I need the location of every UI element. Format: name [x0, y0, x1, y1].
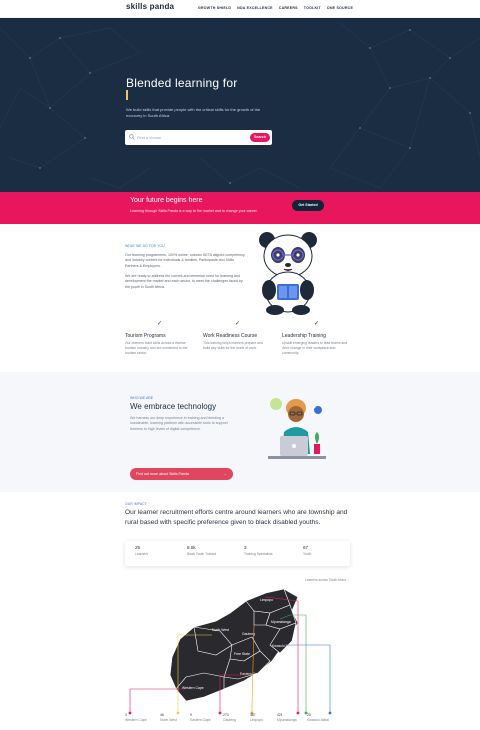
province-count: 9 Eastern Cape [190, 713, 216, 722]
stat-value: 25 [135, 545, 141, 550]
map-label-eastern-cape: Eastern Cape [240, 672, 261, 676]
impact-stats-card: 25 Learners 8.5k Black Youth Trained 3 T… [125, 541, 350, 566]
network-background-graphic [0, 22, 480, 189]
province-count-name: Gauteng [223, 717, 237, 722]
province-count: 25 Kwazulu-Natal [307, 713, 333, 722]
site-logo[interactable]: skills panda [126, 2, 174, 11]
search-button[interactable]: Search [250, 133, 270, 142]
stat-label: Black Youth Trained [187, 552, 217, 556]
typing-cursor [126, 90, 128, 100]
stat-value: 3 [244, 545, 247, 550]
arrow-right-icon: → [223, 472, 227, 476]
search-icon [129, 134, 135, 140]
map-label-free-state: Free State [234, 652, 250, 656]
highlight-title: Work Readiness Course [203, 333, 258, 339]
province-count: 387 Limpopo [250, 713, 276, 722]
learn-more-button[interactable]: Find out more about Skills Panda → [130, 468, 233, 480]
highlight-description: Upskill emerging leaders to lead teams a… [282, 341, 348, 355]
province-count-name: North West [160, 717, 177, 722]
checkmark-icon: ✓ [157, 321, 163, 327]
nav-item-careers[interactable]: CAREERS [279, 6, 298, 10]
recruitment-title: Our learner recruitment efforts centre a… [125, 509, 348, 526]
get-started-button[interactable]: Get Started [292, 200, 324, 211]
band-title: Your future begins here [130, 197, 203, 204]
map-label-north-west: North West [212, 628, 229, 632]
province-count: 3 Western Cape [125, 713, 151, 722]
south-africa-province-map: Limpopo North West Gauteng Mpumalanga Kw… [128, 588, 332, 715]
technology-section: WHO WE ARE We embrace technology We harn… [0, 372, 480, 492]
province-count-name: Eastern Cape [190, 717, 211, 722]
tech-paragraph: We harness our deep experience in traini… [130, 416, 228, 431]
map-label-western-cape: Western Cape [182, 686, 204, 690]
tech-kicker: WHO WE ARE [130, 396, 154, 400]
main-nav: GROWTH SHIELD NDA EXCELLENCE CAREERS TOO… [198, 6, 353, 10]
hero-section: Blended learning for We build skills tha… [0, 18, 480, 192]
stat-label: Learners [135, 552, 149, 556]
province-count: 46 North West [160, 713, 186, 722]
province-count: 421 Mpumalanga [277, 713, 303, 722]
map-label-mpumalanga: Mpumalanga [271, 620, 291, 624]
search-input[interactable] [137, 133, 237, 142]
about-paragraph-1: Our learning programmes, 100% online, un… [125, 253, 245, 268]
map-label-gauteng: Gauteng [242, 632, 255, 636]
stat-label: Youth [303, 552, 312, 556]
nav-item-one-source[interactable]: ONE SOURCE [327, 6, 353, 10]
hero-title: Blended learning for [126, 76, 238, 90]
program-highlights: ✓ Tourism Programs Our learners build sk… [125, 320, 350, 360]
stat-item: 8.5k Black Youth Trained [187, 545, 239, 556]
stat-item: 3 Training Specialists [244, 545, 296, 556]
province-learner-counts: 3 Western Cape 46 North West 9 Eastern C… [120, 713, 360, 729]
stat-value: 8.5k [187, 545, 196, 550]
about-paragraph-2: We are ready to address the current and … [125, 274, 243, 289]
province-count-name: Western Cape [125, 717, 147, 722]
developer-illustration [268, 398, 326, 459]
stat-item: 67 Youth [303, 545, 355, 556]
nav-item-nda-excellence[interactable]: NDA EXCELLENCE [237, 6, 273, 10]
learn-more-label: Find out more about Skills Panda [136, 472, 189, 476]
province-count-name: Mpumalanga [277, 717, 297, 722]
highlight-description: Our learners build skills across a diver… [125, 341, 188, 355]
map-caption: Learners across South Africa [305, 578, 346, 582]
checkmark-icon: ✓ [235, 321, 241, 327]
panda-mascot-illustration [259, 232, 317, 315]
logo-text: skills panda [126, 2, 175, 11]
province-count-name: Kwazulu-Natal [307, 717, 329, 722]
province-count: 273 Gauteng [223, 713, 249, 722]
highlight-title: Tourism Programs [125, 333, 166, 339]
tech-title: We embrace technology [130, 402, 217, 411]
province-count-name: Limpopo [250, 717, 264, 722]
recruitment-kicker: OUR IMPACT [125, 502, 147, 506]
band-subtitle: Learning through Skills Panda is a way t… [130, 209, 258, 213]
hero-subtitle: We build skills that provide people with… [126, 107, 261, 118]
call-to-action-band: Your future begins here Learning through… [0, 192, 480, 224]
about-kicker: WHAT WE DO FOR YOU [125, 244, 165, 248]
stat-label: Training Specialists [244, 552, 273, 556]
stat-value: 67 [303, 545, 309, 550]
map-label-limpopo: Limpopo [260, 598, 273, 602]
map-label-kwazulu-natal: Kwazulu-Natal [272, 644, 294, 648]
highlight-description: This training helps learners prepare and… [203, 341, 263, 350]
course-search-box: Search [125, 130, 272, 145]
highlight-title: Leadership Training [282, 333, 326, 339]
checkmark-icon: ✓ [314, 321, 320, 327]
nav-item-toolkit[interactable]: TOOLKIT [304, 6, 321, 10]
nav-item-growth-shield[interactable]: GROWTH SHIELD [198, 6, 231, 10]
stat-item: 25 Learners [135, 545, 187, 556]
top-navigation-bar: skills panda GROWTH SHIELD NDA EXCELLENC… [0, 0, 480, 18]
